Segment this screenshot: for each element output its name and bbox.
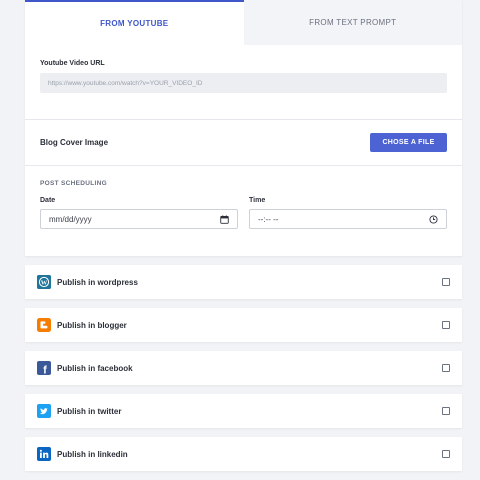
- publish-linkedin-row: Publish in linkedin: [25, 437, 462, 471]
- publish-wordpress-row: W Publish in wordpress: [25, 265, 462, 299]
- date-label: Date: [40, 197, 56, 204]
- publish-blogger-label: Publish in blogger: [57, 320, 127, 330]
- publish-linkedin-label: Publish in linkedin: [57, 449, 128, 459]
- tab-from-youtube[interactable]: FROM YOUTUBE: [25, 0, 244, 45]
- time-input[interactable]: --:-- --: [249, 209, 447, 229]
- youtube-url-placeholder: https://www.youtube.com/watch?v=YOUR_VID…: [48, 79, 203, 87]
- youtube-url-section: Youtube Video URL https://www.youtube.co…: [25, 45, 462, 119]
- post-scheduling-section: POST SCHEDULING Date mm/dd/yyyy Time --:…: [25, 165, 462, 255]
- blogger-icon: [37, 318, 51, 332]
- time-label: Time: [249, 197, 266, 204]
- source-tabs: FROM YOUTUBE FROM TEXT PROMPT: [25, 0, 462, 45]
- cover-image-label: Blog Cover Image: [40, 138, 109, 147]
- cover-image-section: Blog Cover Image CHOSE A FILE: [25, 119, 462, 165]
- publish-twitter-row: Publish in twitter: [25, 394, 462, 428]
- publish-blogger-row: Publish in blogger: [25, 308, 462, 342]
- blog-form-card: FROM YOUTUBE FROM TEXT PROMPT Youtube Vi…: [25, 0, 462, 256]
- svg-text:W: W: [41, 279, 48, 286]
- facebook-icon: f: [37, 361, 51, 375]
- post-scheduling-heading: POST SCHEDULING: [40, 180, 107, 187]
- publish-facebook-checkbox[interactable]: [442, 364, 450, 372]
- youtube-url-label: Youtube Video URL: [40, 60, 105, 67]
- publish-facebook-row: f Publish in facebook: [25, 351, 462, 385]
- publish-linkedin-checkbox[interactable]: [442, 450, 450, 458]
- publish-blogger-checkbox[interactable]: [442, 321, 450, 329]
- publish-wordpress-label: Publish in wordpress: [57, 277, 138, 287]
- svg-text:f: f: [43, 365, 47, 376]
- publish-twitter-label: Publish in twitter: [57, 406, 122, 416]
- wordpress-icon: W: [37, 275, 51, 289]
- publish-wordpress-checkbox[interactable]: [442, 278, 450, 286]
- clock-icon[interactable]: [429, 214, 438, 224]
- tab-from-text-prompt[interactable]: FROM TEXT PROMPT: [243, 0, 462, 45]
- twitter-icon: [37, 404, 51, 418]
- date-input[interactable]: mm/dd/yyyy: [40, 209, 238, 229]
- publish-twitter-checkbox[interactable]: [442, 407, 450, 415]
- linkedin-icon: [37, 447, 51, 461]
- time-input-value: --:-- --: [258, 214, 279, 224]
- calendar-icon[interactable]: [220, 214, 229, 224]
- choose-file-button[interactable]: CHOSE A FILE: [370, 133, 447, 152]
- youtube-url-input[interactable]: https://www.youtube.com/watch?v=YOUR_VID…: [40, 73, 447, 93]
- publish-facebook-label: Publish in facebook: [57, 363, 133, 373]
- date-input-value: mm/dd/yyyy: [49, 214, 92, 224]
